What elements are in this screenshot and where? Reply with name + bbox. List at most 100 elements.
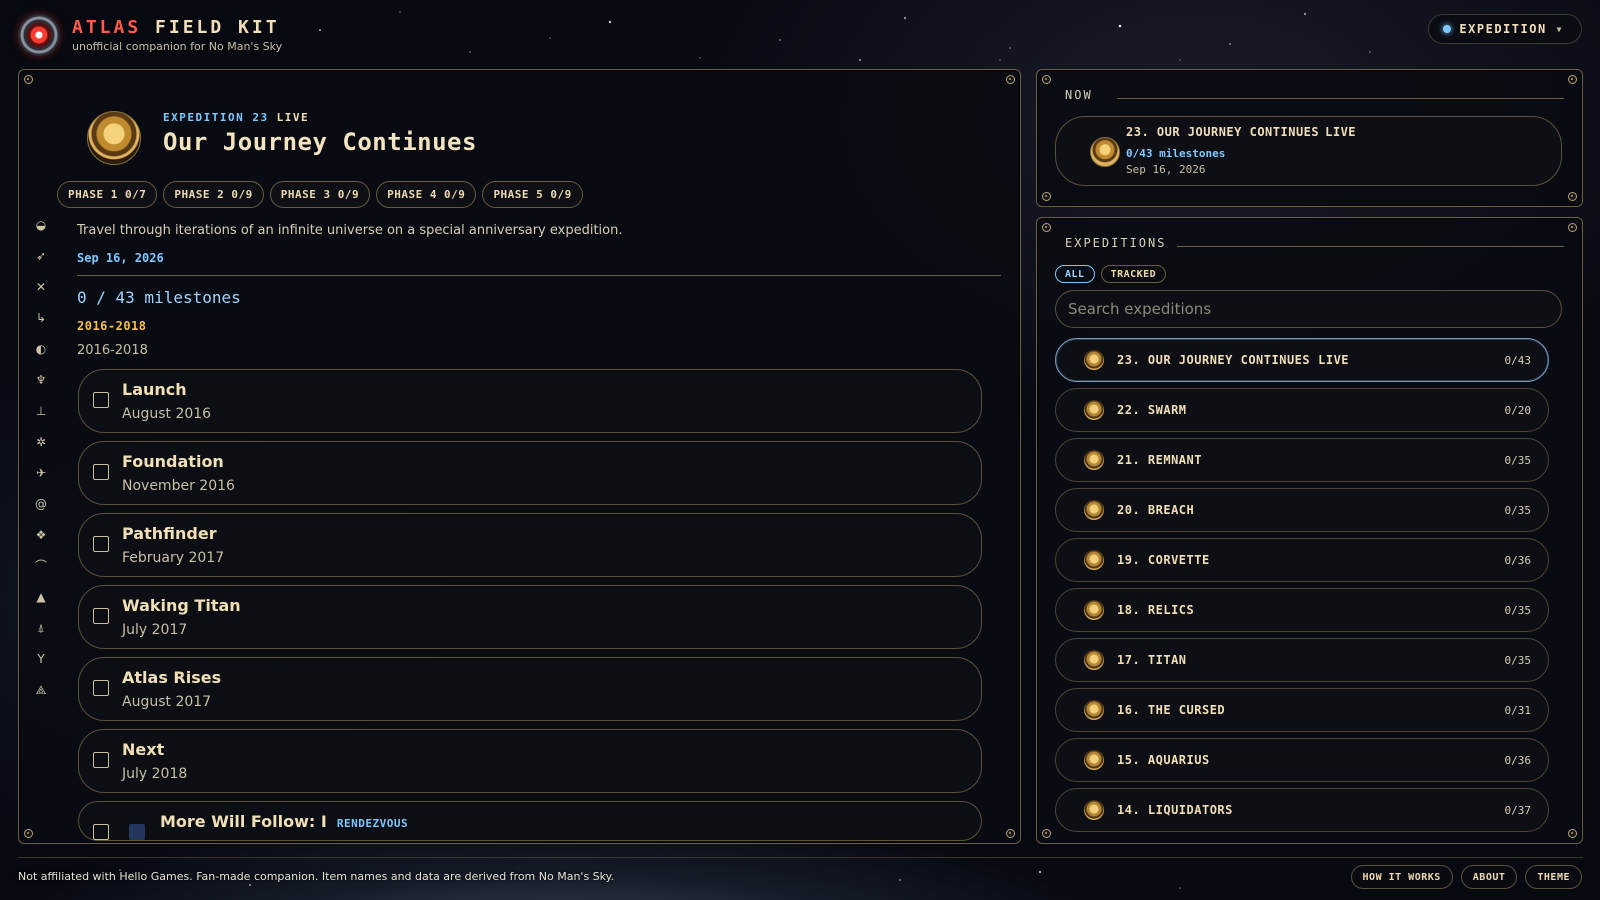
- expedition-count: 0/36: [1504, 754, 1532, 767]
- expedition-emblem-icon: [1084, 350, 1104, 370]
- rivet-icon: [1006, 75, 1015, 84]
- expedition-count: 0/31: [1504, 704, 1532, 717]
- bird-icon[interactable]: ⌒: [29, 551, 53, 582]
- expedition-name: 19. CORVETTE: [1117, 553, 1210, 567]
- expedition-emblem-icon: [1084, 500, 1104, 520]
- live-badge: LIVE: [1325, 125, 1357, 139]
- fighter-icon[interactable]: ➶: [29, 241, 53, 272]
- brand-title: ATLAS FIELD KIT: [72, 17, 280, 38]
- sentinel-icon[interactable]: ✲: [29, 427, 53, 458]
- solar-icon[interactable]: Y: [29, 644, 53, 675]
- planet-icon[interactable]: ◐: [29, 334, 53, 365]
- expedition-name: 23. OUR JOURNEY CONTINUES LIVE: [1117, 353, 1350, 367]
- about-button[interactable]: ABOUT: [1460, 865, 1518, 889]
- list-item[interactable]: Atlas Rises August 2017: [78, 657, 982, 721]
- expedition-filters: ALL TRACKED: [1055, 265, 1167, 283]
- milestone-name: Foundation: [122, 452, 224, 471]
- section-label: NOW: [1065, 88, 1093, 102]
- milestone-checkbox[interactable]: [93, 392, 109, 408]
- pyramid-icon[interactable]: ⟁: [29, 675, 53, 706]
- expedition-count: 0/37: [1504, 804, 1532, 817]
- current-expedition-count: 0/43 milestones: [1126, 147, 1226, 160]
- milestone-checkbox[interactable]: [93, 824, 109, 840]
- expedition-menu-button[interactable]: EXPEDITION ▼: [1428, 14, 1582, 44]
- atlas-logo-icon: [18, 14, 60, 56]
- list-item[interactable]: Foundation November 2016: [78, 441, 982, 505]
- rivet-icon: [1042, 223, 1051, 232]
- milestone-checkbox[interactable]: [93, 536, 109, 552]
- list-item[interactable]: Pathfinder February 2017: [78, 513, 982, 577]
- expedition-count: 0/43: [1504, 354, 1532, 367]
- expedition-emblem-icon: [1084, 650, 1104, 670]
- milestone-checkbox[interactable]: [93, 464, 109, 480]
- list-item[interactable]: 15. AQUARIUS 0/36: [1055, 738, 1549, 782]
- list-item[interactable]: 17. TITAN 0/35: [1055, 638, 1549, 682]
- expedition-name: 17. TITAN: [1117, 653, 1187, 667]
- list-item[interactable]: 20. BREACH 0/35: [1055, 488, 1549, 532]
- search-input[interactable]: [1055, 290, 1562, 328]
- milestone-checkbox[interactable]: [93, 752, 109, 768]
- interceptor-icon[interactable]: ⍋: [29, 613, 53, 644]
- page-title: Our Journey Continues: [163, 128, 477, 156]
- rivet-icon: [1568, 829, 1577, 838]
- jet-icon[interactable]: ✈: [29, 458, 53, 489]
- expedition-date: Sep 16, 2026: [77, 251, 164, 265]
- expedition-description: Travel through iterations of an infinite…: [77, 223, 623, 238]
- milestone-name: Next: [122, 740, 165, 759]
- list-item[interactable]: 23. OUR JOURNEY CONTINUES LIVE 0/43: [1055, 338, 1549, 382]
- filter-tracked[interactable]: TRACKED: [1100, 265, 1167, 283]
- cube-icon[interactable]: ❖: [29, 520, 53, 551]
- tab-phase-4[interactable]: PHASE 4 0/9: [376, 181, 477, 208]
- expeditions-panel: EXPEDITIONS ALL TRACKED 23. OUR JOURNEY …: [1036, 217, 1583, 844]
- tab-phase-5[interactable]: PHASE 5 0/9: [482, 181, 583, 208]
- milestone-date: August 2017: [122, 694, 212, 710]
- chevron-down-icon: ▼: [1556, 24, 1563, 34]
- rivet-icon: [24, 829, 33, 838]
- rivet-icon: [1006, 829, 1015, 838]
- list-item[interactable]: Next July 2018: [78, 729, 982, 793]
- divider: [1177, 246, 1564, 247]
- milestone-progress: 0 / 43 milestones: [77, 288, 241, 307]
- explorer-icon[interactable]: ✕: [29, 272, 53, 303]
- expedition-emblem-icon: [1084, 700, 1104, 720]
- expedition-name: 20. BREACH: [1117, 503, 1195, 517]
- rocket-icon[interactable]: ▲: [29, 582, 53, 613]
- expedition-name: 14. LIQUIDATORS: [1117, 803, 1233, 817]
- era-heading: 2016-2018: [77, 319, 147, 333]
- milestone-checkbox[interactable]: [93, 680, 109, 696]
- expedition-name: 22. SWARM: [1117, 403, 1187, 417]
- milestone-name: Atlas Rises: [122, 668, 222, 687]
- list-item[interactable]: Waking Titan July 2017: [78, 585, 982, 649]
- list-item[interactable]: 21. REMNANT 0/35: [1055, 438, 1549, 482]
- expedition-emblem-icon: [1084, 750, 1104, 770]
- milestone-name: Waking Titan: [122, 596, 241, 615]
- list-item[interactable]: 14. LIQUIDATORS 0/37: [1055, 788, 1549, 832]
- ship-icon[interactable]: ◒: [29, 210, 53, 241]
- hauler-icon[interactable]: ↳: [29, 303, 53, 334]
- freighter-icon[interactable]: ♆: [29, 365, 53, 396]
- expedition-emblem-icon: [1084, 550, 1104, 570]
- filter-all[interactable]: ALL: [1055, 265, 1095, 283]
- vortex-icon[interactable]: @: [29, 489, 53, 520]
- list-item[interactable]: 16. THE CURSED 0/31: [1055, 688, 1549, 732]
- list-item[interactable]: 18. RELICS 0/35: [1055, 588, 1549, 632]
- brand[interactable]: ATLAS FIELD KIT unofficial companion for…: [18, 14, 282, 56]
- list-item[interactable]: Launch August 2016: [78, 369, 982, 433]
- station-icon[interactable]: ⊥: [29, 396, 53, 427]
- expedition-emblem-icon: [1084, 400, 1104, 420]
- expedition-emblem-icon: [1084, 600, 1104, 620]
- tab-phase-1[interactable]: PHASE 1 0/7: [57, 181, 158, 208]
- theme-button[interactable]: THEME: [1525, 865, 1582, 889]
- tab-phase-2[interactable]: PHASE 2 0/9: [163, 181, 264, 208]
- milestone-date: November 2016: [122, 478, 235, 494]
- how-it-works-button[interactable]: HOW IT WORKS: [1350, 865, 1453, 889]
- list-item[interactable]: 22. SWARM 0/20: [1055, 388, 1549, 432]
- list-item[interactable]: 19. CORVETTE 0/36: [1055, 538, 1549, 582]
- milestone-name: Pathfinder: [122, 524, 217, 543]
- current-expedition-card[interactable]: 23. OUR JOURNEY CONTINUES LIVE 0/43 miles…: [1055, 116, 1562, 186]
- list-item[interactable]: More Will Follow: I RENDEZVOUS: [78, 801, 982, 841]
- milestone-date: August 2016: [122, 406, 212, 422]
- expedition-count: 0/36: [1504, 554, 1532, 567]
- milestone-checkbox[interactable]: [93, 608, 109, 624]
- tab-phase-3[interactable]: PHASE 3 0/9: [269, 181, 371, 208]
